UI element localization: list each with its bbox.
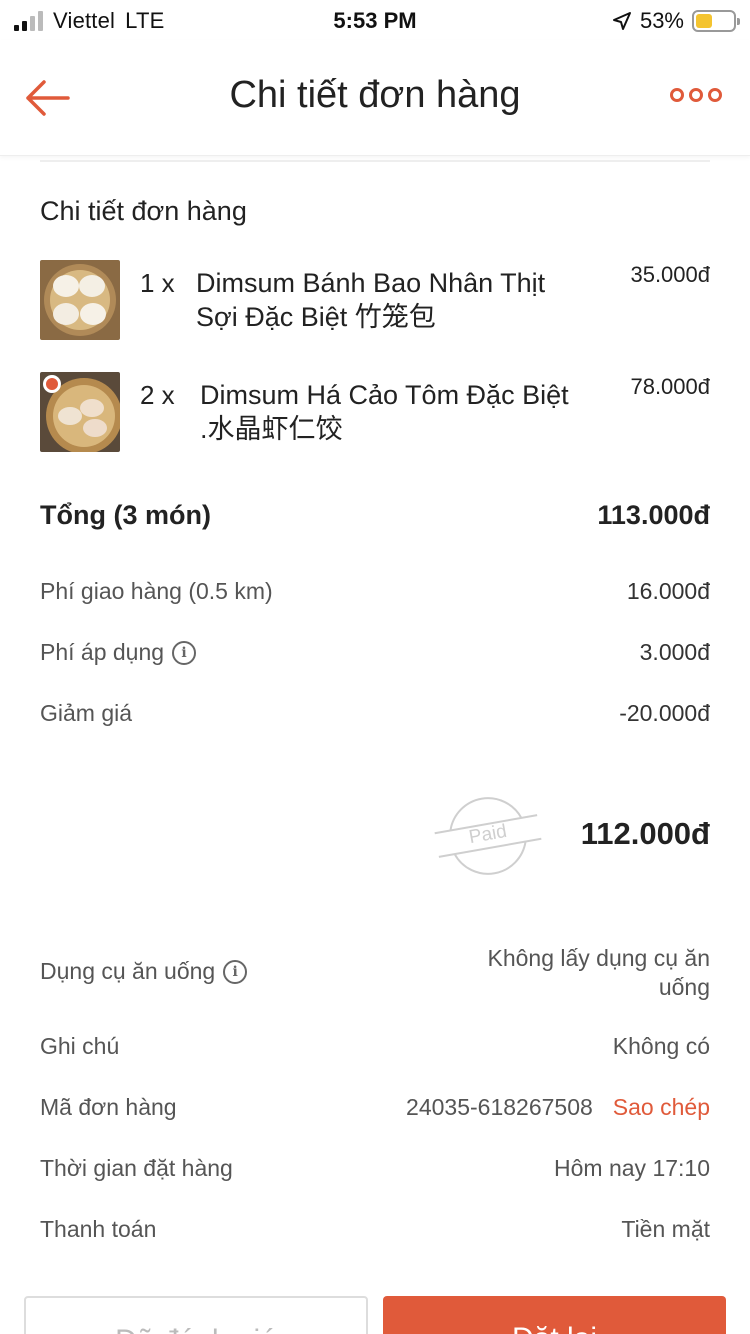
nav-bar: Chi tiết đơn hàng bbox=[0, 40, 750, 156]
delivery-fee-label: Phí giao hàng (0.5 km) bbox=[40, 578, 273, 604]
order-item: 1 x Dimsum Bánh Bao Nhân Thịt Sợi Đặc Bi… bbox=[40, 260, 710, 342]
rated-button[interactable]: Đã đánh giá bbox=[24, 1296, 368, 1334]
battery-percent: 53% bbox=[639, 8, 684, 33]
service-fee-label-wrap: Phí áp dụng i bbox=[40, 639, 197, 666]
service-fee-value: 3.000đ bbox=[639, 639, 710, 665]
item-name: Dimsum Há Cảo Tôm Đặc Biệt .水晶虾仁饺 bbox=[200, 380, 569, 444]
grand-total: 112.000đ bbox=[580, 816, 710, 851]
item-image bbox=[40, 372, 120, 452]
order-time-value: Hôm nay 17:10 bbox=[554, 1155, 710, 1181]
order-time-label: Thời gian đặt hàng bbox=[40, 1155, 233, 1181]
note-value: Không có bbox=[612, 1033, 710, 1059]
order-id-row: Mã đơn hàng 24035-618267508 Sao chép bbox=[40, 1094, 710, 1121]
order-id-wrap: 24035-618267508 Sao chép bbox=[406, 1094, 710, 1121]
more-options-icon[interactable] bbox=[670, 88, 722, 102]
divider bbox=[40, 160, 710, 162]
service-fee-row: Phí áp dụng i 3.000đ bbox=[40, 639, 710, 666]
order-item: 2 x Dimsum Há Cảo Tôm Đặc Biệt .水晶虾仁饺 78… bbox=[40, 372, 710, 454]
utensils-label-wrap: Dụng cụ ăn uống i bbox=[40, 958, 248, 985]
order-id-value: 24035-618267508 bbox=[406, 1094, 593, 1120]
item-quantity: 2 x bbox=[140, 380, 175, 410]
status-right: 53% bbox=[612, 8, 740, 34]
note-label: Ghi chú bbox=[40, 1033, 120, 1059]
subtotal-row: Tổng (3 món) 113.000đ bbox=[40, 500, 710, 531]
utensils-value: Không lấy dụng cụ ăn uống bbox=[487, 945, 710, 1000]
info-icon[interactable]: i bbox=[223, 959, 248, 984]
bottom-action-bar: Đã đánh giá Đặt lại bbox=[0, 1296, 750, 1334]
location-arrow-icon bbox=[612, 12, 631, 30]
note-row: Ghi chú Không có bbox=[40, 1033, 710, 1060]
status-bar: Viettel LTE 5:53 PM 53% bbox=[0, 0, 750, 40]
copy-button[interactable]: Sao chép bbox=[613, 1094, 710, 1120]
order-id-label: Mã đơn hàng bbox=[40, 1094, 177, 1120]
item-quantity: 1 x bbox=[140, 268, 175, 298]
info-icon[interactable]: i bbox=[172, 640, 197, 665]
discount-label: Giảm giá bbox=[40, 700, 133, 726]
subtotal-value: 113.000đ bbox=[597, 500, 710, 530]
payment-row: Thanh toán Tiền mặt bbox=[40, 1216, 710, 1243]
utensils-row: Dụng cụ ăn uống i Không lấy dụng cụ ăn u… bbox=[40, 944, 710, 1004]
utensils-label: Dụng cụ ăn uống bbox=[40, 958, 216, 984]
item-image bbox=[40, 260, 120, 340]
order-time-row: Thời gian đặt hàng Hôm nay 17:10 bbox=[40, 1155, 710, 1182]
section-title: Chi tiết đơn hàng bbox=[40, 196, 247, 226]
paid-stamp: Paid bbox=[432, 788, 544, 884]
service-fee-label: Phí áp dụng bbox=[40, 639, 165, 665]
subtotal-label: Tổng (3 món) bbox=[40, 500, 211, 530]
delivery-fee-value: 16.000đ bbox=[626, 578, 710, 604]
battery-icon bbox=[692, 10, 740, 32]
payment-label: Thanh toán bbox=[40, 1216, 157, 1242]
discount-row: Giảm giá -20.000đ bbox=[40, 700, 710, 727]
discount-value: -20.000đ bbox=[619, 700, 710, 726]
reorder-button[interactable]: Đặt lại bbox=[383, 1296, 726, 1334]
item-price: 35.000đ bbox=[630, 262, 710, 287]
item-name: Dimsum Bánh Bao Nhân Thịt Sợi Đặc Biệt 竹… bbox=[196, 268, 546, 332]
payment-value: Tiền mặt bbox=[621, 1216, 710, 1242]
delivery-fee-row: Phí giao hàng (0.5 km) 16.000đ bbox=[40, 578, 710, 605]
item-price: 78.000đ bbox=[630, 374, 710, 399]
page-title: Chi tiết đơn hàng bbox=[229, 74, 521, 116]
